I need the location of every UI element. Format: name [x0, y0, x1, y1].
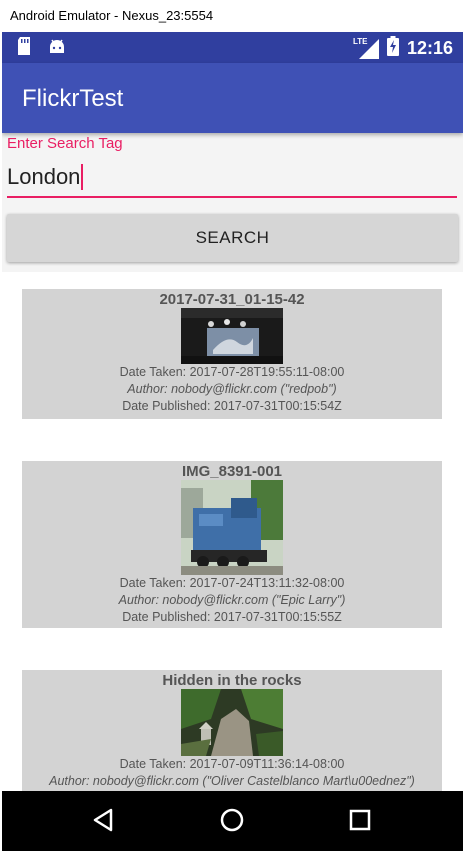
home-icon[interactable]: [219, 807, 245, 838]
device-screen: LTE 12:16 FlickrTest Enter Search Tag Lo…: [2, 32, 463, 851]
result-date-taken: Date Taken: 2017-07-28T19:55:11-08:00: [119, 365, 345, 379]
network-type: LTE: [352, 36, 368, 46]
result-thumbnail[interactable]: [181, 689, 283, 756]
lte-signal-icon: LTE: [352, 36, 379, 59]
back-icon[interactable]: [90, 807, 116, 838]
result-title: IMG_8391-001: [181, 463, 283, 480]
search-button[interactable]: SEARCH: [7, 214, 458, 262]
result-date-published: Date Published: 2017-07-31T00:15:55Z: [122, 610, 342, 624]
result-date-taken: Date Taken: 2017-07-09T11:36:14-08:00: [119, 757, 345, 771]
results-list[interactable]: 2017-07-31_01-15-42 Date Taken: 2017-07-…: [2, 272, 463, 792]
result-date-published: Date Published: 2017-07-31T00:15:54Z: [122, 399, 342, 413]
result-card[interactable]: IMG_8391-001 Date Taken: 2017-07-24T13:1…: [22, 461, 442, 628]
result-date-taken: Date Taken: 2017-07-24T13:11:32-08:00: [119, 576, 345, 590]
search-label: Enter Search Tag: [7, 135, 123, 152]
recents-icon[interactable]: [347, 807, 373, 838]
app-bar: FlickrTest: [2, 63, 463, 133]
result-author: Author: nobody@flickr.com ("Oliver Caste…: [49, 774, 415, 788]
app-title: FlickrTest: [22, 85, 124, 112]
result-card[interactable]: Hidden in the rocks Date Taken: 2017-07-…: [22, 670, 442, 792]
result-title: Hidden in the rocks: [162, 672, 302, 689]
battery-charging-icon: [386, 36, 399, 61]
window-title-bar: Android Emulator - Nexus_23:5554: [0, 0, 465, 32]
sd-card-icon: [16, 37, 32, 60]
status-bar: LTE 12:16: [2, 32, 463, 63]
android-icon: [48, 37, 66, 60]
result-thumbnail[interactable]: [181, 308, 283, 364]
search-input-value: London: [7, 164, 81, 189]
result-author: Author: nobody@flickr.com ("Epic Larry"): [118, 593, 346, 607]
result-card[interactable]: 2017-07-31_01-15-42 Date Taken: 2017-07-…: [22, 289, 442, 419]
status-time: 12:16: [406, 38, 453, 58]
result-title: 2017-07-31_01-15-42: [159, 291, 305, 308]
result-author: Author: nobody@flickr.com ("redpob"): [127, 382, 337, 396]
navigation-bar: [2, 791, 463, 851]
window-title: Android Emulator - Nexus_23:5554: [10, 8, 214, 23]
search-input[interactable]: London: [7, 158, 457, 198]
result-thumbnail[interactable]: [181, 480, 283, 575]
text-caret: [81, 164, 84, 190]
